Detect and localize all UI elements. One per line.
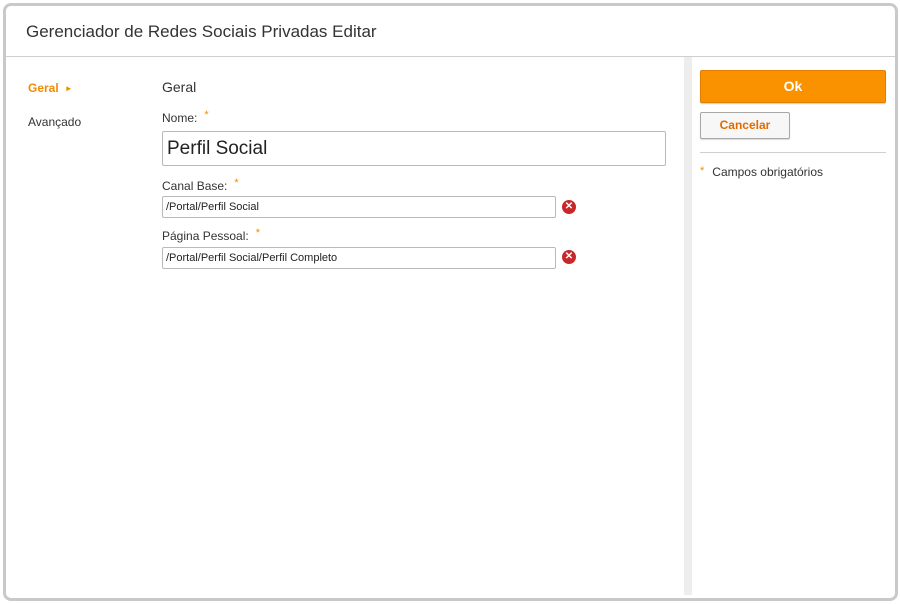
pagina-pessoal-input[interactable] — [162, 247, 556, 269]
triangle-right-icon: ► — [64, 84, 73, 93]
pagina-pessoal-label-text: Página Pessoal: — [162, 229, 249, 243]
divider — [700, 152, 886, 153]
main-panel: Geral ► Avançado Geral Nome: * Canal Base:… — [12, 63, 684, 595]
title-bar: Gerenciador de Redes Sociais Privadas Ed… — [6, 6, 895, 57]
window-title: Gerenciador de Redes Sociais Privadas Ed… — [26, 22, 377, 41]
canal-base-label-text: Canal Base: — [162, 179, 228, 193]
required-asterisk: * — [255, 227, 261, 239]
canal-base-input[interactable] — [162, 196, 556, 218]
canal-base-label: Canal Base: * — [162, 177, 239, 193]
sidebar-item-label: Geral — [28, 81, 59, 95]
sidebar-item-avancado[interactable]: Avançado — [28, 115, 81, 129]
required-legend: * Campos obrigatórios — [700, 165, 823, 179]
actions-panel: Ok Cancelar * Campos obrigatórios — [692, 57, 892, 595]
cancel-button[interactable]: Cancelar — [700, 112, 790, 139]
nome-label-text: Nome: — [162, 111, 198, 125]
close-circle-icon[interactable]: ✕ — [562, 250, 576, 264]
nome-input[interactable] — [162, 131, 666, 166]
pagina-pessoal-label: Página Pessoal: * — [162, 227, 261, 243]
ok-button[interactable]: Ok — [700, 70, 886, 103]
required-asterisk: * — [234, 177, 239, 189]
required-asterisk: * — [204, 109, 209, 121]
panel-separator — [684, 57, 692, 595]
nome-label: Nome: * — [162, 109, 209, 125]
sidebar-item-geral[interactable]: Geral ► — [28, 81, 73, 95]
section-title: Geral — [162, 79, 197, 95]
close-circle-icon[interactable]: ✕ — [562, 200, 576, 214]
dialog-window: Gerenciador de Redes Sociais Privadas Ed… — [3, 3, 898, 601]
required-asterisk: * — [700, 165, 705, 177]
sidebar-item-label: Avançado — [28, 115, 82, 129]
required-legend-text: Campos obrigatórios — [712, 165, 823, 179]
